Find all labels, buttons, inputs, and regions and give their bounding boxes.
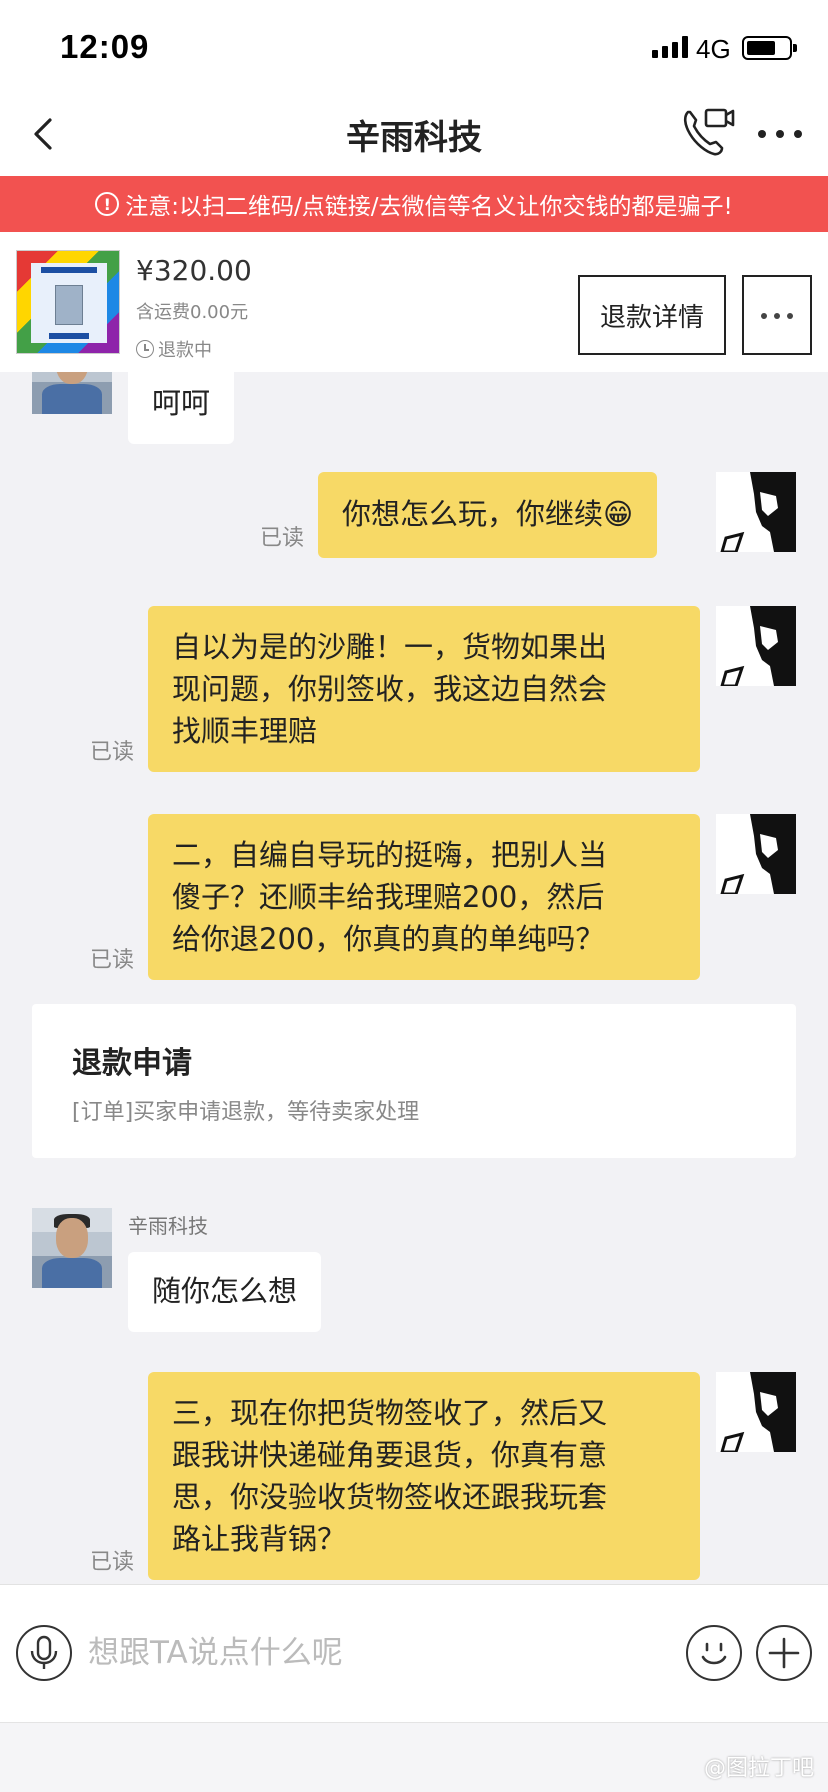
more-icon[interactable] — [756, 126, 804, 142]
product-price: ¥320.00 — [136, 254, 252, 287]
nav-bar: 辛雨科技 — [0, 96, 828, 176]
bottom-strip: @图拉丁吧 — [0, 1722, 828, 1792]
read-receipt: 已读 — [90, 948, 135, 973]
message-bubble[interactable]: 自以为是的沙雕！一，货物如果出 现问题，你别签收，我这边自然会 找顺丰理赔 — [148, 606, 700, 772]
contact-avatar[interactable] — [32, 372, 112, 414]
signal-icon — [652, 36, 688, 58]
warning-icon: ! — [95, 192, 120, 216]
message-bubble[interactable]: 三，现在你把货物签收了，然后又 跟我讲快递碰角要退货，你真有意 思，你没验收货物… — [148, 1372, 700, 1580]
card-more-button[interactable] — [742, 275, 812, 355]
product-shipping: 含运费0.00元 — [136, 302, 249, 323]
refund-detail-button[interactable]: 退款详情 — [578, 275, 726, 355]
message-text: 呵呵 — [152, 386, 211, 420]
battery-icon — [742, 36, 797, 60]
message-line: 路让我背锅？ — [172, 1522, 347, 1556]
my-avatar[interactable] — [716, 1372, 796, 1452]
message-line: 找顺丰理赔 — [172, 714, 318, 748]
my-avatar[interactable] — [716, 472, 796, 552]
message-line: 二，自编自导玩的挺嗨，把别人当 — [172, 838, 608, 872]
my-avatar[interactable] — [716, 606, 796, 686]
watermark: @图拉丁吧 — [703, 1756, 814, 1781]
message-line: 傻子？还顺丰给我理赔200，然后 — [172, 880, 605, 914]
message-line: 思，你没验收货物签收还跟我玩套 — [172, 1480, 608, 1514]
contact-avatar[interactable] — [32, 1208, 112, 1288]
refund-request-card[interactable]: 退款申请 [订单]买家申请退款，等待卖家处理 — [32, 1004, 796, 1158]
network-label: 4G — [696, 34, 731, 64]
message-text: 你想怎么玩，你继续😁 — [342, 497, 634, 531]
my-avatar[interactable] — [716, 814, 796, 894]
input-bar — [0, 1584, 828, 1722]
warning-text: 注意:以扫二维码/点链接/去微信等名义让你交钱的都是骗子! — [125, 194, 733, 220]
message-bubble[interactable]: 你想怎么玩，你继续😁 — [318, 472, 658, 558]
message-input[interactable] — [88, 1625, 668, 1681]
video-call-icon[interactable] — [680, 106, 736, 158]
clock-icon — [136, 340, 154, 358]
plus-icon — [768, 1637, 800, 1669]
read-receipt: 已读 — [90, 740, 135, 765]
sender-name: 辛雨科技 — [128, 1214, 208, 1238]
plus-button[interactable] — [756, 1625, 812, 1681]
status-bar: 12:09 4G — [0, 0, 828, 96]
refund-status-label: 退款中 — [158, 340, 212, 361]
emoji-button[interactable] — [686, 1625, 742, 1681]
message-line: 自以为是的沙雕！一，货物如果出 — [172, 630, 608, 664]
fraud-warning-banner: ! 注意:以扫二维码/点链接/去微信等名义让你交钱的都是骗子! — [0, 176, 828, 232]
status-time: 12:09 — [60, 28, 150, 65]
refund-card-title: 退款申请 — [72, 1046, 192, 1081]
read-receipt: 已读 — [90, 1550, 135, 1575]
message-bubble[interactable]: 二，自编自导玩的挺嗨，把别人当 傻子？还顺丰给我理赔200，然后 给你退200，… — [148, 814, 700, 980]
message-line: 现问题，你别签收，我这边自然会 — [172, 672, 608, 706]
refund-card-desc: [订单]买家申请退款，等待卖家处理 — [72, 1100, 420, 1125]
voice-button[interactable] — [16, 1625, 72, 1681]
message-bubble[interactable]: 随你怎么想 — [128, 1252, 322, 1332]
microphone-icon — [30, 1635, 58, 1669]
message-bubble[interactable]: 呵呵 — [128, 372, 235, 444]
refund-status: 退款中 — [136, 336, 212, 362]
product-card[interactable]: ¥320.00 含运费0.00元 退款中 退款详情 — [0, 232, 828, 372]
product-thumbnail[interactable] — [16, 250, 120, 354]
smiley-icon — [701, 1642, 727, 1665]
read-receipt: 已读 — [260, 526, 305, 551]
message-line: 跟我讲快递碰角要退货，你真有意 — [172, 1438, 608, 1472]
chat-area[interactable]: 呵呵 已读 你想怎么玩，你继续😁 已读 自以为是的沙雕！一，货物如果出 现问题，… — [0, 372, 828, 1584]
message-line: 给你退200，你真的真的单纯吗？ — [172, 922, 605, 956]
message-line: 三，现在你把货物签收了，然后又 — [172, 1396, 608, 1430]
message-text: 随你怎么想 — [152, 1274, 298, 1308]
